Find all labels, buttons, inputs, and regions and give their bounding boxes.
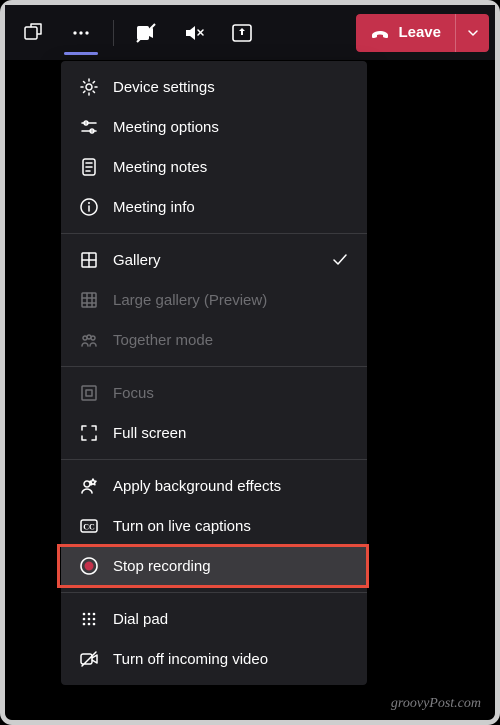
menu-item-large-grid: Large gallery (Preview): [61, 280, 367, 320]
menu-item-dialpad[interactable]: Dial pad: [61, 599, 367, 639]
menu-separator: [61, 233, 367, 234]
menu-item-info[interactable]: Meeting info: [61, 187, 367, 227]
menu-item-label: Meeting notes: [113, 159, 207, 176]
meeting-toolbar: Leave: [5, 5, 495, 60]
svg-text:CC: CC: [83, 523, 95, 532]
active-indicator: [64, 52, 98, 55]
popout-button[interactable]: [11, 11, 55, 55]
toolbar-divider: [113, 20, 114, 46]
sliders-icon: [79, 117, 99, 137]
gear-icon: [79, 77, 99, 97]
hangup-icon: [370, 23, 390, 43]
menu-item-video-off[interactable]: Turn off incoming video: [61, 639, 367, 679]
people-icon: [79, 330, 99, 350]
effects-icon: [79, 476, 99, 496]
info-icon: [79, 197, 99, 217]
more-actions-button[interactable]: [59, 11, 103, 55]
grid-icon: [79, 250, 99, 270]
focus-icon: [79, 383, 99, 403]
menu-item-label: Device settings: [113, 79, 215, 96]
notes-icon: [79, 157, 99, 177]
menu-item-label: Gallery: [113, 252, 161, 269]
video-off-icon: [79, 649, 99, 669]
menu-item-effects[interactable]: Apply background effects: [61, 466, 367, 506]
menu-item-label: Apply background effects: [113, 478, 281, 495]
watermark: groovyPost.com: [391, 696, 481, 712]
share-button[interactable]: [220, 11, 264, 55]
chevron-down-icon: [466, 26, 480, 40]
menu-item-grid[interactable]: Gallery: [61, 240, 367, 280]
leave-options-button[interactable]: [455, 14, 489, 52]
menu-item-sliders[interactable]: Meeting options: [61, 107, 367, 147]
large-grid-icon: [79, 290, 99, 310]
menu-item-people: Together mode: [61, 320, 367, 360]
menu-item-record[interactable]: Stop recording: [61, 546, 367, 586]
menu-item-label: Full screen: [113, 425, 186, 442]
cc-icon: CC: [79, 516, 99, 536]
menu-item-fullscreen[interactable]: Full screen: [61, 413, 367, 453]
menu-item-label: Together mode: [113, 332, 213, 349]
menu-item-focus: Focus: [61, 373, 367, 413]
fullscreen-icon: [79, 423, 99, 443]
mute-button[interactable]: [172, 11, 216, 55]
more-actions-menu: Device settings Meeting options Meeting no…: [61, 61, 367, 685]
dialpad-icon: [79, 609, 99, 629]
menu-item-label: Focus: [113, 385, 154, 402]
check-icon: [331, 251, 349, 269]
record-icon: [79, 556, 99, 576]
menu-separator: [61, 366, 367, 367]
menu-item-cc[interactable]: CC Turn on live captions: [61, 506, 367, 546]
menu-item-label: Large gallery (Preview): [113, 292, 267, 309]
menu-item-gear[interactable]: Device settings: [61, 67, 367, 107]
menu-item-label: Meeting options: [113, 119, 219, 136]
menu-item-label: Dial pad: [113, 611, 168, 628]
menu-item-label: Meeting info: [113, 199, 195, 216]
camera-off-button[interactable]: [124, 11, 168, 55]
leave-label: Leave: [398, 24, 441, 41]
menu-item-notes[interactable]: Meeting notes: [61, 147, 367, 187]
menu-separator: [61, 459, 367, 460]
menu-item-label: Turn off incoming video: [113, 651, 268, 668]
leave-button[interactable]: Leave: [356, 14, 455, 52]
menu-item-label: Turn on live captions: [113, 518, 251, 535]
menu-item-label: Stop recording: [113, 558, 211, 575]
menu-separator: [61, 592, 367, 593]
